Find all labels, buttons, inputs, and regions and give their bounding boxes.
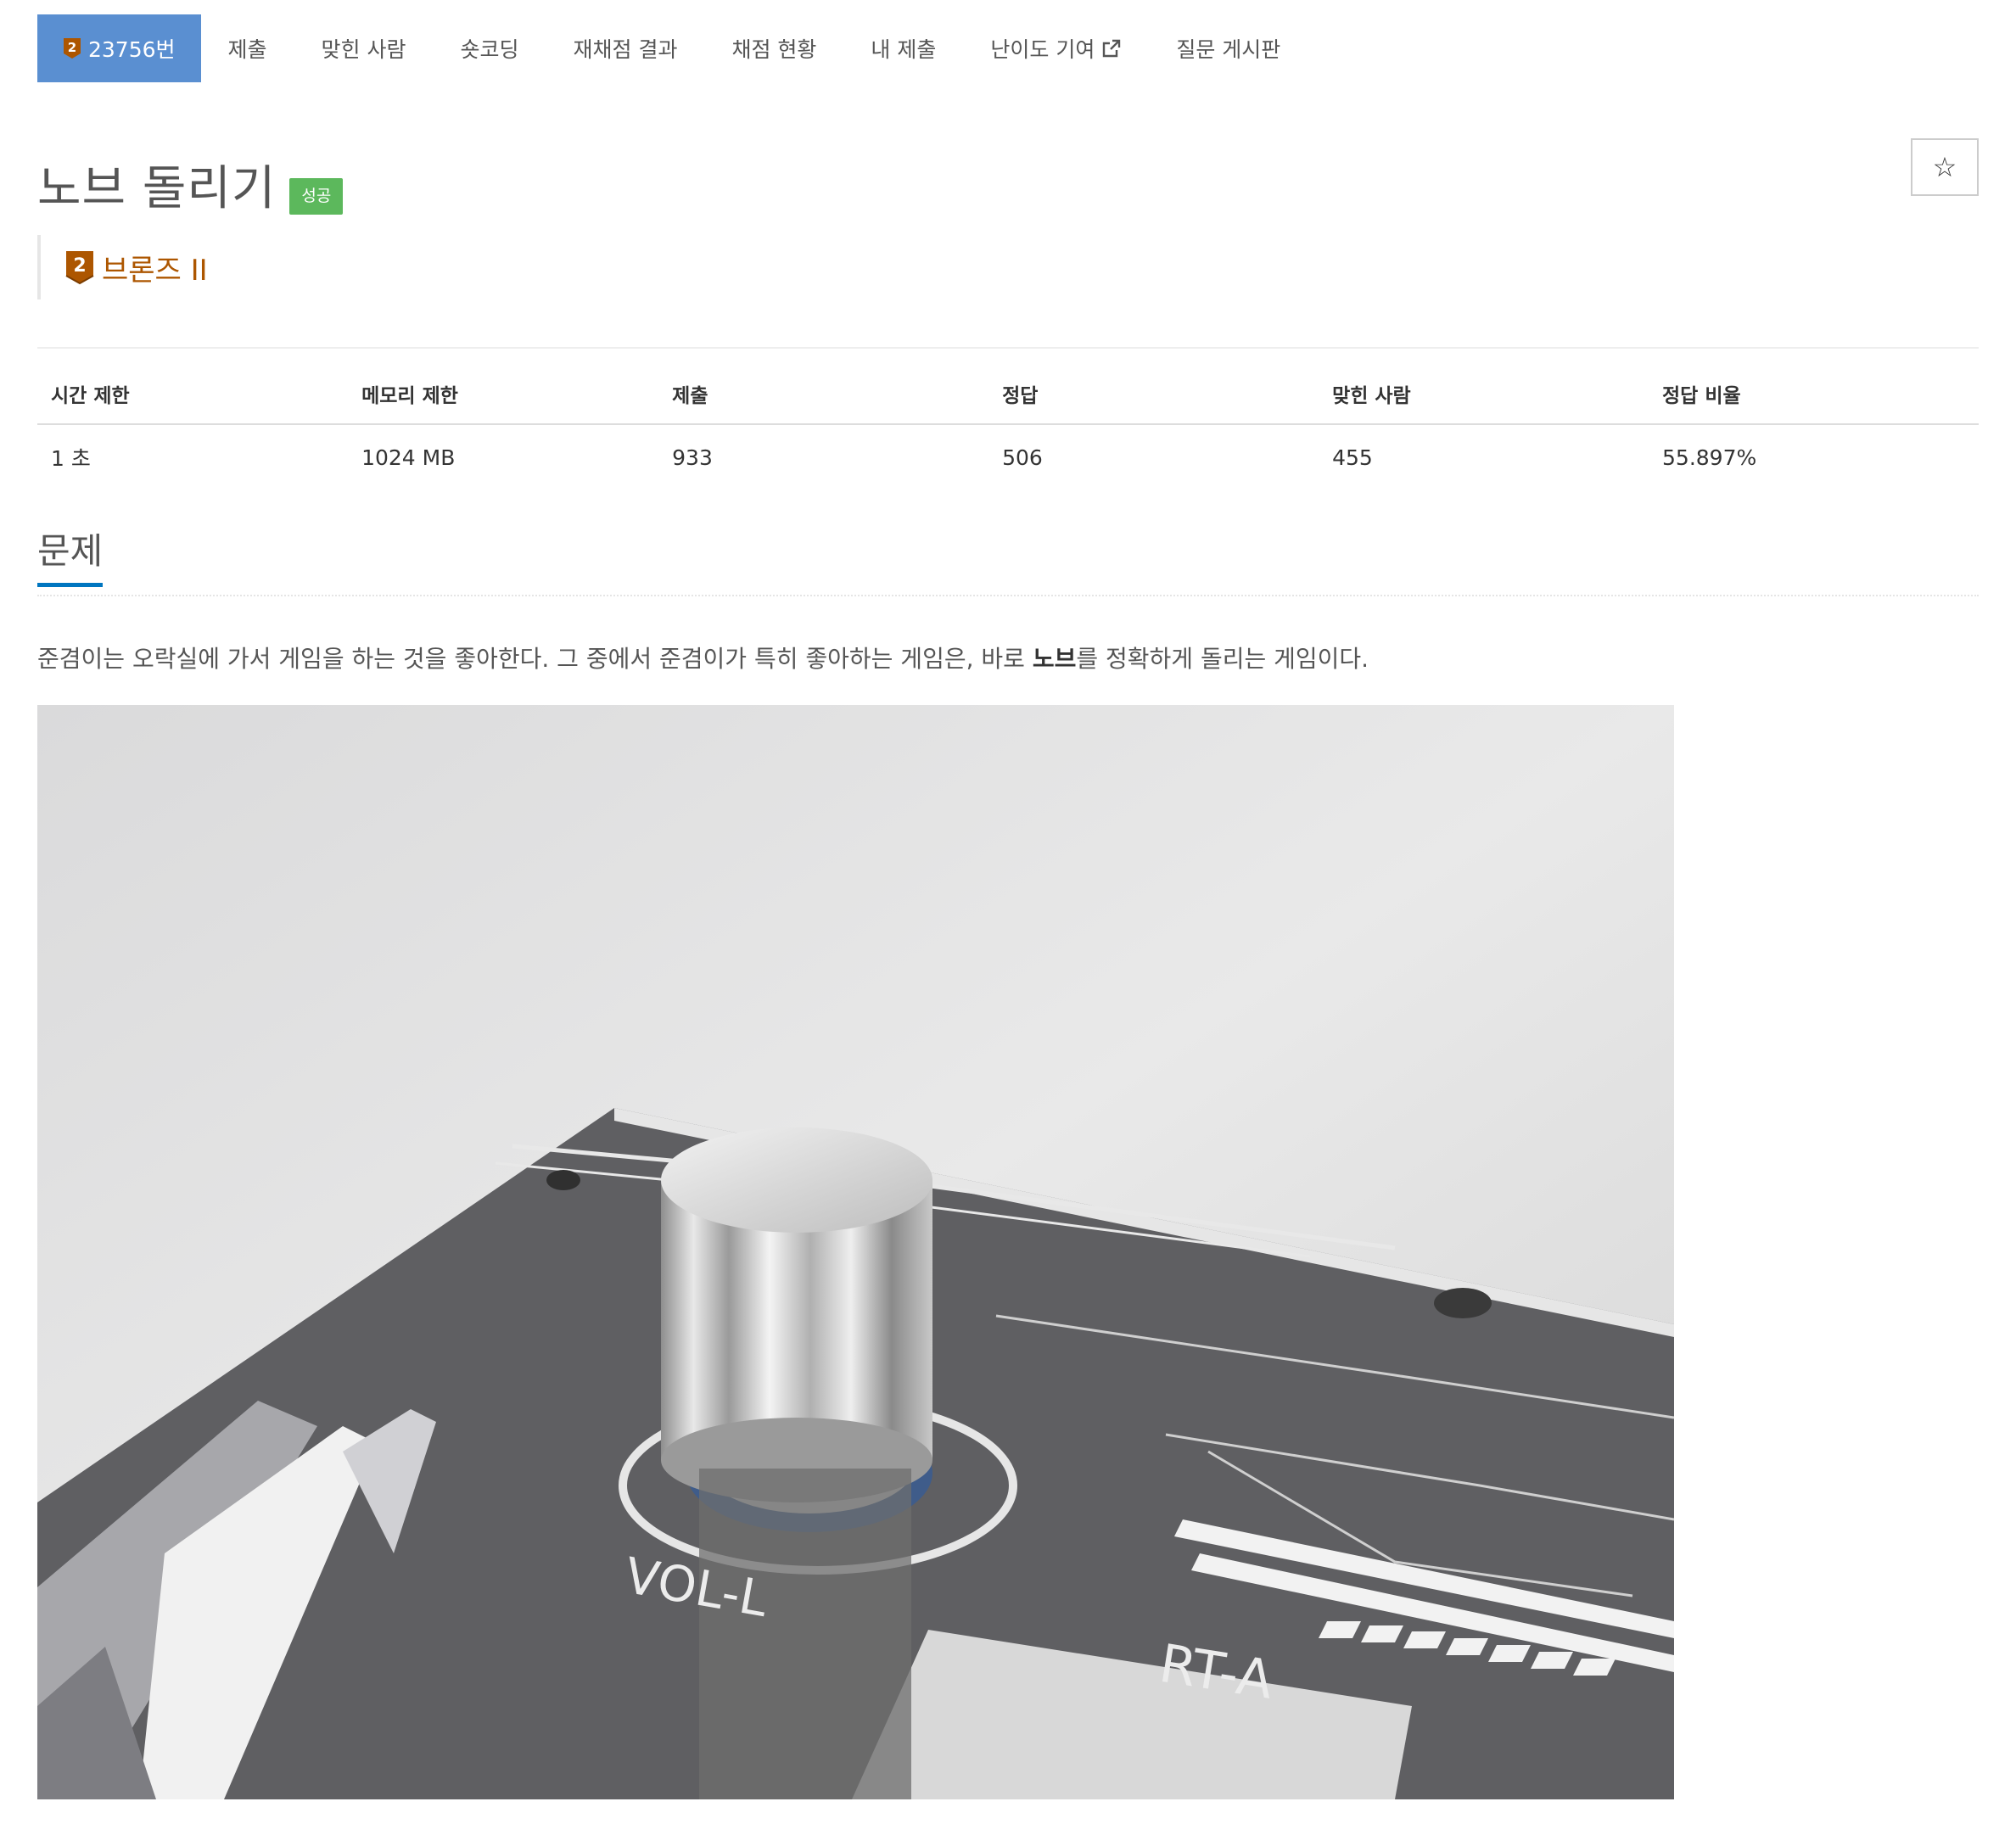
tab-rejudge-results[interactable]: 재채점 결과 <box>546 14 705 82</box>
solved-users-value: 455 <box>1332 445 1373 470</box>
header-solved-users: 맞힌 사람 <box>1319 379 1649 425</box>
tab-my-submissions[interactable]: 내 제출 <box>843 14 963 82</box>
difficulty-contribution-label: 난이도 기여 <box>990 37 1095 62</box>
table-row: 1 초 1024 MB 933 506 455 55.897% <box>37 424 1979 486</box>
bronze-tier-icon: 2 <box>65 251 94 285</box>
star-icon: ☆ <box>1932 151 1957 183</box>
accepted-value: 506 <box>1002 445 1043 470</box>
tier-label[interactable]: 브론즈 II <box>102 247 208 288</box>
problem-info-table: 시간 제한 메모리 제한 제출 정답 맞힌 사람 정답 비율 1 초 1024 … <box>37 379 1979 486</box>
header-accept-ratio: 정답 비율 <box>1649 379 1979 425</box>
description-text-after: 를 정확하게 돌리는 게임이다. <box>1076 645 1369 673</box>
tier-block: 2 브론즈 II <box>37 235 1979 299</box>
table-header-row: 시간 제한 메모리 제한 제출 정답 맞힌 사람 정답 비율 <box>37 379 1979 425</box>
submissions-value: 933 <box>672 445 713 470</box>
tab-difficulty-contribution[interactable]: 난이도 기여 <box>963 14 1149 82</box>
tab-solved-users[interactable]: 맞힌 사람 <box>294 14 434 82</box>
tab-submit[interactable]: 제출 <box>201 14 294 82</box>
description-text-before: 준겸이는 오락실에 가서 게임을 하는 것을 좋아한다. 그 중에서 준겸이가 … <box>37 645 1033 673</box>
knob-photo-illustration: VOL-L RT-A <box>37 705 1674 1800</box>
problem-page: 2 23756번 제출 맞힌 사람 숏코딩 재채점 결과 채점 현황 내 제출 … <box>0 14 2016 1824</box>
bronze-tier-icon: 2 <box>63 37 81 59</box>
status-badge: 성공 <box>289 178 344 215</box>
tab-judge-status[interactable]: 채점 현황 <box>704 14 843 82</box>
time-limit-value: 1 초 <box>51 446 91 471</box>
knob-photo: VOL-L RT-A <box>37 705 1674 1800</box>
header-time-limit: 시간 제한 <box>37 379 349 425</box>
section-title: 문제 <box>37 534 104 587</box>
problem-tab-bar: 2 23756번 제출 맞힌 사람 숏코딩 재채점 결과 채점 현황 내 제출 … <box>37 14 1979 82</box>
header-submissions: 제출 <box>658 379 989 425</box>
problem-section-header: 문제 <box>37 534 1979 596</box>
tab-problem-number[interactable]: 2 23756번 <box>37 14 201 82</box>
header-memory-limit: 메모리 제한 <box>348 379 659 425</box>
accept-ratio-value: 55.897% <box>1662 445 1757 470</box>
tab-short-coding[interactable]: 숏코딩 <box>434 14 546 82</box>
external-link-icon <box>1103 39 1121 58</box>
problem-header: 노브 돌리기 성공 ☆ <box>37 138 1979 216</box>
memory-limit-value: 1024 MB <box>361 445 456 470</box>
divider <box>37 347 1979 349</box>
description-bold-word: 노브 <box>1032 645 1077 673</box>
problem-title: 노브 돌리기 <box>37 161 277 216</box>
svg-text:2: 2 <box>73 255 86 277</box>
tab-question-board[interactable]: 질문 게시판 <box>1149 14 1308 82</box>
svg-text:2: 2 <box>68 40 76 55</box>
favorite-button[interactable]: ☆ <box>1911 138 1979 196</box>
problem-number-label: 23756번 <box>88 37 176 62</box>
problem-description: 준겸이는 오락실에 가서 게임을 하는 것을 좋아한다. 그 중에서 준겸이가 … <box>37 644 1979 674</box>
header-accepted: 정답 <box>988 379 1319 425</box>
